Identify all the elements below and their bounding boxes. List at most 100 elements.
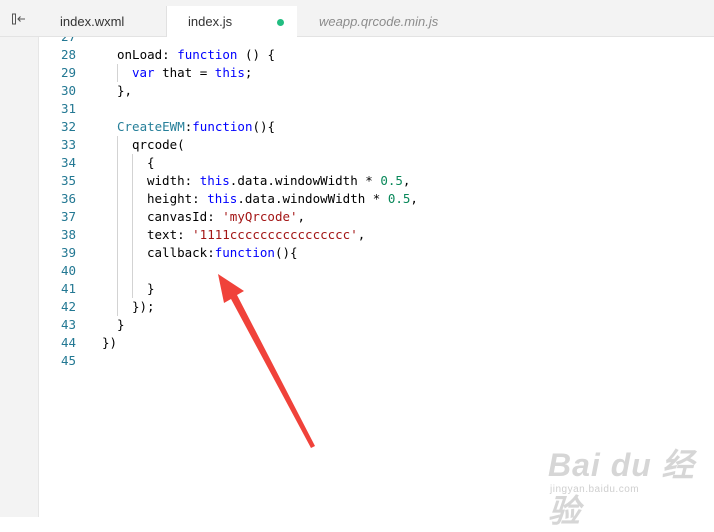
code-token: function [177, 47, 238, 62]
code-text: } [117, 316, 125, 334]
code-text: }) [102, 334, 117, 352]
baidu-jingyan-watermark: Bai du 经验 jingyan.baidu.com [548, 440, 708, 529]
line-number: 31 [60, 101, 76, 116]
code-token: (){ [274, 245, 298, 260]
line-number: 40 [60, 263, 76, 278]
code-text: var that = this; [132, 64, 252, 82]
code-token: }, [117, 83, 133, 98]
code-text: }, [117, 82, 132, 100]
code-token: '1111cccccccccccccccc' [192, 227, 358, 242]
tab-label: index.js [188, 14, 233, 29]
line-number: 36 [60, 191, 76, 206]
tab-label: weapp.qrcode.min.js [319, 14, 439, 29]
indent-guide [132, 226, 133, 244]
code-token: () { [237, 47, 276, 62]
code-token: onLoad: [117, 47, 178, 62]
indent-guide [132, 190, 133, 208]
code-token: var [132, 65, 155, 80]
code-token: } [117, 317, 125, 332]
line-number: 33 [60, 137, 76, 152]
code-token: this [199, 173, 230, 188]
watermark-url: jingyan.baidu.com [550, 484, 640, 495]
code-token: } [147, 281, 155, 296]
line-number: 44 [60, 335, 76, 350]
indent-guide [117, 208, 118, 226]
indent-guide [132, 280, 133, 298]
collapse-sidebar-icon[interactable] [0, 0, 38, 37]
code-text: } [147, 280, 155, 298]
indent-guide [117, 244, 118, 262]
editor-tab-bar: index.wxml index.js weapp.qrcode.min.js [0, 0, 714, 38]
tab-weapp-qrcode-min-js[interactable]: weapp.qrcode.min.js [297, 6, 467, 37]
indent-guide [117, 154, 118, 172]
code-text: onLoad: function () { [117, 46, 275, 64]
code-text: height: this.data.windowWidth * 0.5, [147, 190, 418, 208]
code-token: 'myQrcode' [222, 209, 298, 224]
code-token: canvasId: [147, 209, 223, 224]
indent-guide [117, 172, 118, 190]
line-number: 28 [60, 47, 76, 62]
code-token: , [357, 227, 366, 242]
line-number: 32 [60, 119, 76, 134]
unsaved-dot-icon [277, 19, 284, 26]
line-number: 34 [60, 155, 76, 170]
code-token: { [147, 155, 155, 170]
code-token: qrcode( [132, 137, 185, 152]
indent-guide [117, 190, 118, 208]
indent-guide [132, 154, 133, 172]
line-number: 35 [60, 173, 76, 188]
indent-guide [132, 262, 133, 280]
code-token: 0.5 [380, 173, 403, 188]
activity-rail [0, 0, 39, 517]
code-token: , [297, 209, 306, 224]
tab-index-js[interactable]: index.js [167, 6, 297, 38]
code-token: }); [132, 299, 155, 314]
code-text: width: this.data.windowWidth * 0.5, [147, 172, 410, 190]
code-token: function [192, 119, 253, 134]
indent-guide [132, 244, 133, 262]
code-text: callback:function(){ [147, 244, 298, 262]
indent-guide [132, 172, 133, 190]
code-token: .data.windowWidth * [237, 191, 388, 206]
code-token: this [207, 191, 238, 206]
code-token: this [214, 65, 245, 80]
code-token: width: [147, 173, 200, 188]
indent-guide [132, 208, 133, 226]
code-token: text: [147, 227, 193, 242]
line-number: 42 [60, 299, 76, 314]
indent-guide [117, 280, 118, 298]
line-number: 41 [60, 281, 76, 296]
code-text: canvasId: 'myQrcode', [147, 208, 305, 226]
code-token: (){ [252, 119, 276, 134]
indent-guide [117, 136, 118, 154]
tab-index-wxml[interactable]: index.wxml [38, 6, 167, 37]
line-number: 38 [60, 227, 76, 242]
code-text: }); [132, 298, 155, 316]
line-number: 30 [60, 83, 76, 98]
indent-guide [117, 298, 118, 316]
code-token: function [214, 245, 275, 260]
line-number: 27 [39, 37, 76, 46]
line-number: 29 [60, 65, 76, 80]
line-number: 45 [60, 353, 76, 368]
indent-guide [117, 262, 118, 280]
code-token: CreateEWM [117, 119, 185, 134]
code-text: text: '1111cccccccccccccccc', [147, 226, 365, 244]
code-token: , [410, 191, 418, 206]
code-token: height: [147, 191, 208, 206]
code-token: }) [102, 335, 118, 350]
code-token: 0.5 [387, 191, 411, 206]
code-text: { [147, 154, 155, 172]
line-number: 39 [60, 245, 76, 260]
indent-guide [117, 64, 118, 82]
code-token: callback: [147, 245, 215, 260]
code-token: that = [154, 65, 215, 80]
code-text: CreateEWM:function(){ [117, 118, 275, 136]
code-token: ; [244, 65, 253, 80]
code-token: .data.windowWidth * [229, 173, 381, 188]
code-token: , [402, 173, 411, 188]
line-number: 37 [60, 209, 76, 224]
indent-guide [117, 226, 118, 244]
code-text: qrcode( [132, 136, 185, 154]
line-number: 43 [60, 317, 76, 332]
